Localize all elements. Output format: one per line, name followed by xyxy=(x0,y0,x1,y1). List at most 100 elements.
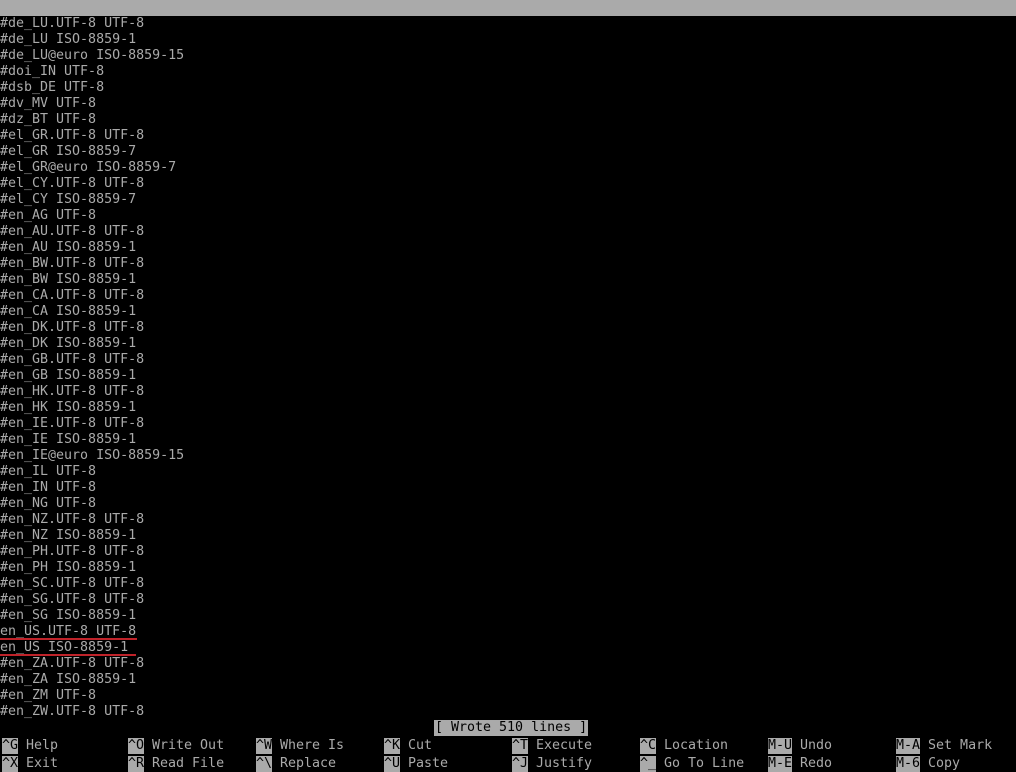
help-shortcut-label: Justify xyxy=(528,756,593,771)
buffer-line-text: #dsb_DE UTF-8 xyxy=(0,80,105,95)
buffer-line[interactable]: #de_LU@euro ISO-8859-15 xyxy=(0,48,1016,64)
help-shortcut-label: Copy xyxy=(920,756,961,771)
help-shortcut-label: Undo xyxy=(792,738,833,753)
buffer-line-text: #en_DK.UTF-8 UTF-8 xyxy=(0,320,145,335)
help-shortcut[interactable]: ^K Cut xyxy=(384,738,432,754)
help-shortcut-label: Cut xyxy=(400,738,433,753)
buffer-line-text: #en_NG UTF-8 xyxy=(0,496,97,511)
buffer-line[interactable]: #en_BW.UTF-8 UTF-8 xyxy=(0,256,1016,272)
help-shortcut-key: ^T xyxy=(512,738,529,754)
buffer-line[interactable]: #en_ZM UTF-8 xyxy=(0,688,1016,704)
buffer-line[interactable]: #en_CA ISO-8859-1 xyxy=(0,304,1016,320)
title-bar: GNU nano 5.2 /etc/locale.gen xyxy=(0,0,1016,16)
buffer-line[interactable]: #en_IE.UTF-8 UTF-8 xyxy=(0,416,1016,432)
help-shortcut-key: ^O xyxy=(128,738,145,754)
help-shortcut-label: Replace xyxy=(272,756,337,771)
buffer-line-text: #en_IE.UTF-8 UTF-8 xyxy=(0,416,145,431)
buffer-line[interactable]: #en_GB.UTF-8 UTF-8 xyxy=(0,352,1016,368)
buffer-line-text: #en_IL UTF-8 xyxy=(0,464,97,479)
buffer-line-text: #en_AG UTF-8 xyxy=(0,208,97,223)
buffer-line-text: #dv_MV UTF-8 xyxy=(0,96,97,111)
buffer-line[interactable]: #en_SG.UTF-8 UTF-8 xyxy=(0,592,1016,608)
buffer-line-text: #en_SG.UTF-8 UTF-8 xyxy=(0,592,145,607)
buffer-line[interactable]: #el_GR@euro ISO-8859-7 xyxy=(0,160,1016,176)
buffer-line[interactable]: #en_ZA.UTF-8 UTF-8 xyxy=(0,656,1016,672)
help-shortcut-key: M-A xyxy=(896,738,921,754)
buffer-line[interactable]: #en_SG ISO-8859-1 xyxy=(0,608,1016,624)
buffer-line[interactable]: #en_NZ ISO-8859-1 xyxy=(0,528,1016,544)
nano-terminal: GNU nano 5.2 /etc/locale.gen #de_LU.UTF-… xyxy=(0,0,1016,772)
buffer-line[interactable]: #el_CY.UTF-8 UTF-8 xyxy=(0,176,1016,192)
buffer-line-text: #en_HK ISO-8859-1 xyxy=(0,400,137,415)
help-shortcut[interactable]: ^X Exit xyxy=(2,756,58,772)
help-shortcut-label: Paste xyxy=(400,756,449,771)
buffer-line[interactable]: #de_LU.UTF-8 UTF-8 xyxy=(0,16,1016,32)
buffer-line-text: #en_CA ISO-8859-1 xyxy=(0,304,137,319)
help-shortcut[interactable]: ^C Location xyxy=(640,738,728,754)
buffer-line[interactable]: #el_GR ISO-8859-7 xyxy=(0,144,1016,160)
buffer-line[interactable]: #en_DK.UTF-8 UTF-8 xyxy=(0,320,1016,336)
help-shortcut[interactable]: ^R Read File xyxy=(128,756,224,772)
buffer-line[interactable]: #en_CA.UTF-8 UTF-8 xyxy=(0,288,1016,304)
buffer-line[interactable]: #en_IN UTF-8 xyxy=(0,480,1016,496)
buffer-line[interactable]: #en_NZ.UTF-8 UTF-8 xyxy=(0,512,1016,528)
buffer-line[interactable]: #en_AU.UTF-8 UTF-8 xyxy=(0,224,1016,240)
buffer-line[interactable]: #en_IE@euro ISO-8859-15 xyxy=(0,448,1016,464)
buffer-line[interactable]: #dz_BT UTF-8 xyxy=(0,112,1016,128)
help-shortcut[interactable]: ^T Execute xyxy=(512,738,592,754)
buffer-line[interactable]: #dsb_DE UTF-8 xyxy=(0,80,1016,96)
buffer-line[interactable]: #en_IL UTF-8 xyxy=(0,464,1016,480)
help-shortcut[interactable]: ^W Where Is xyxy=(256,738,344,754)
help-shortcut[interactable]: M-E Redo xyxy=(768,756,832,772)
buffer-line[interactable]: #en_AU ISO-8859-1 xyxy=(0,240,1016,256)
buffer-line[interactable]: #en_BW ISO-8859-1 xyxy=(0,272,1016,288)
editor-buffer[interactable]: #de_LU.UTF-8 UTF-8 #de_LU ISO-8859-1 #de_L… xyxy=(0,16,1016,720)
buffer-line-text: #en_IE@euro ISO-8859-15 xyxy=(0,448,185,463)
buffer-line-text: #en_IN UTF-8 xyxy=(0,480,97,495)
buffer-line-text: #en_NZ ISO-8859-1 xyxy=(0,528,137,543)
buffer-line[interactable]: #en_AG UTF-8 xyxy=(0,208,1016,224)
status-message: [ Wrote 510 lines ] xyxy=(434,720,589,736)
help-shortcut-label: Redo xyxy=(792,756,833,771)
help-shortcut-key: ^G xyxy=(2,738,19,754)
help-shortcut[interactable]: ^_ Go To Line xyxy=(640,756,744,772)
buffer-line-text: #en_DK ISO-8859-1 xyxy=(0,336,137,351)
buffer-line[interactable]: #doi_IN UTF-8 xyxy=(0,64,1016,80)
help-shortcut-key: ^R xyxy=(128,756,145,772)
buffer-line-text: #en_ZA ISO-8859-1 xyxy=(0,672,137,687)
buffer-line-text: #el_GR.UTF-8 UTF-8 xyxy=(0,128,145,143)
buffer-line[interactable]: #en_NG UTF-8 xyxy=(0,496,1016,512)
buffer-line[interactable]: #el_CY ISO-8859-7 xyxy=(0,192,1016,208)
buffer-line[interactable]: #en_GB ISO-8859-1 xyxy=(0,368,1016,384)
help-shortcut-label: Read File xyxy=(144,756,225,771)
buffer-line-text: #en_CA.UTF-8 UTF-8 xyxy=(0,288,145,303)
help-shortcut[interactable]: ^J Justify xyxy=(512,756,592,772)
buffer-line[interactable]: #en_PH ISO-8859-1 xyxy=(0,560,1016,576)
help-shortcut[interactable]: M-A Set Mark xyxy=(896,738,992,754)
help-shortcut[interactable]: M-6 Copy xyxy=(896,756,960,772)
buffer-line[interactable]: en_US ISO-8859-1 xyxy=(0,640,1016,656)
buffer-line[interactable]: #en_DK ISO-8859-1 xyxy=(0,336,1016,352)
help-bar: ^G Help ^O Write Out ^W Where Is ^K Cut ^T E… xyxy=(0,736,1016,772)
help-shortcut-label: Execute xyxy=(528,738,593,753)
help-row-primary: ^G Help ^O Write Out ^W Where Is ^K Cut ^T E… xyxy=(0,738,1016,754)
buffer-line[interactable]: #en_HK ISO-8859-1 xyxy=(0,400,1016,416)
buffer-line[interactable]: #en_HK.UTF-8 UTF-8 xyxy=(0,384,1016,400)
buffer-line[interactable]: #en_SC.UTF-8 UTF-8 xyxy=(0,576,1016,592)
help-shortcut[interactable]: ^\ Replace xyxy=(256,756,336,772)
buffer-line[interactable]: #de_LU ISO-8859-1 xyxy=(0,32,1016,48)
buffer-line[interactable]: #en_PH.UTF-8 UTF-8 xyxy=(0,544,1016,560)
buffer-line-text: #en_BW.UTF-8 UTF-8 xyxy=(0,256,145,271)
buffer-line[interactable]: #dv_MV UTF-8 xyxy=(0,96,1016,112)
buffer-line[interactable]: #en_IE ISO-8859-1 xyxy=(0,432,1016,448)
help-shortcut[interactable]: ^U Paste xyxy=(384,756,448,772)
buffer-line[interactable]: #el_GR.UTF-8 UTF-8 xyxy=(0,128,1016,144)
help-shortcut[interactable]: ^G Help xyxy=(2,738,58,754)
help-shortcut[interactable]: ^O Write Out xyxy=(128,738,224,754)
help-shortcut-label: Help xyxy=(18,738,59,753)
help-shortcut[interactable]: M-U Undo xyxy=(768,738,832,754)
buffer-line[interactable]: en_US.UTF-8 UTF-8 xyxy=(0,624,1016,640)
buffer-line[interactable]: #en_ZW.UTF-8 UTF-8 xyxy=(0,704,1016,720)
buffer-line[interactable]: #en_ZA ISO-8859-1 xyxy=(0,672,1016,688)
buffer-line-text: #el_GR ISO-8859-7 xyxy=(0,144,137,159)
